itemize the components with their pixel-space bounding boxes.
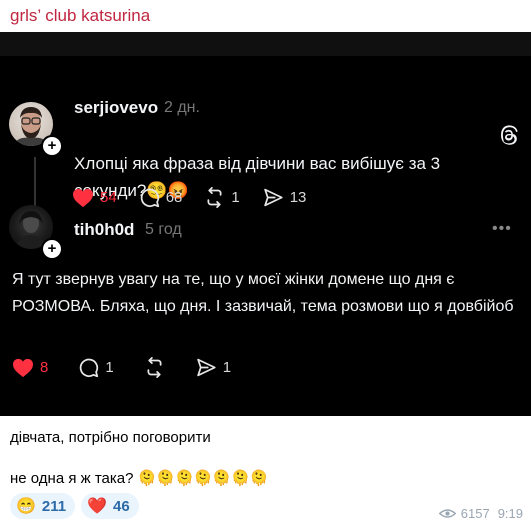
post2-actions: 8 1 1	[12, 357, 261, 378]
more-options-icon[interactable]: •••	[492, 220, 512, 238]
eye-icon	[438, 509, 456, 518]
reaction-heart[interactable]: ❤️ 46	[81, 493, 139, 519]
top-bar	[0, 32, 531, 56]
text-cursor	[127, 330, 136, 350]
post2-username[interactable]: tih0h0d	[74, 220, 134, 240]
channel-name[interactable]: grls’ club katsurina	[10, 6, 150, 26]
like-button[interactable]: 8	[12, 358, 48, 378]
share-button[interactable]: 13	[262, 187, 307, 208]
message-caption-line1: дівчата, потрібно поговорити	[10, 429, 211, 446]
share-count: 13	[289, 189, 307, 206]
reply-count: 68	[165, 189, 183, 206]
repost-count: 1	[231, 189, 240, 206]
send-icon	[263, 188, 283, 207]
like-count: 8	[40, 359, 49, 376]
repost-button[interactable]: 1	[204, 187, 240, 208]
post1-actions: 54 68 1 13	[72, 187, 328, 208]
reactions-row: 😁 211 ❤️ 46	[10, 493, 145, 519]
heart-emoji-icon: ❤️	[87, 498, 108, 515]
post1-time: 2 дн.	[164, 99, 200, 116]
reaction-count: 211	[41, 497, 67, 515]
reaction-grin[interactable]: 😁 211	[10, 493, 76, 519]
repost-icon	[147, 357, 162, 378]
reply-count: 1	[105, 359, 114, 376]
threads-screenshot: + serjiovevo 2 дн. Хлопці яка фраза від …	[0, 32, 531, 416]
like-count: 54	[100, 189, 117, 206]
reply-button[interactable]: 1	[78, 357, 114, 378]
reaction-count: 46	[113, 497, 130, 515]
comment-bubble-icon	[140, 188, 159, 208]
post2-time: 5 год	[145, 221, 182, 238]
follow-plus-icon[interactable]: +	[41, 238, 63, 260]
heart-filled-icon	[13, 358, 33, 377]
grin-emoji-icon: 😁	[16, 498, 36, 515]
follow-plus-icon[interactable]: +	[41, 135, 63, 157]
post1-username[interactable]: serjiovevo	[74, 98, 158, 118]
like-button[interactable]: 54	[72, 188, 117, 208]
send-icon	[196, 358, 216, 377]
comment-bubble-icon	[80, 358, 99, 378]
repost-icon	[207, 187, 222, 208]
heart-filled-icon	[73, 188, 93, 207]
message-time: 9:19	[497, 506, 523, 521]
message-caption-line2: не одна я ж така? 🫠🫠🫠🫠🫠🫠🫠	[10, 470, 269, 487]
share-button[interactable]: 1	[195, 357, 231, 378]
channel-header: grls’ club katsurina	[0, 0, 531, 32]
reply-button[interactable]: 68	[139, 187, 183, 208]
message-meta: 6157 9:19	[438, 506, 523, 521]
post2-text: Я тут звернув увагу на те, що у моєї жін…	[12, 271, 514, 315]
share-count: 1	[222, 359, 232, 376]
repost-button[interactable]	[144, 357, 165, 378]
view-count: 6157	[460, 506, 490, 521]
threads-logo-icon	[501, 125, 518, 145]
